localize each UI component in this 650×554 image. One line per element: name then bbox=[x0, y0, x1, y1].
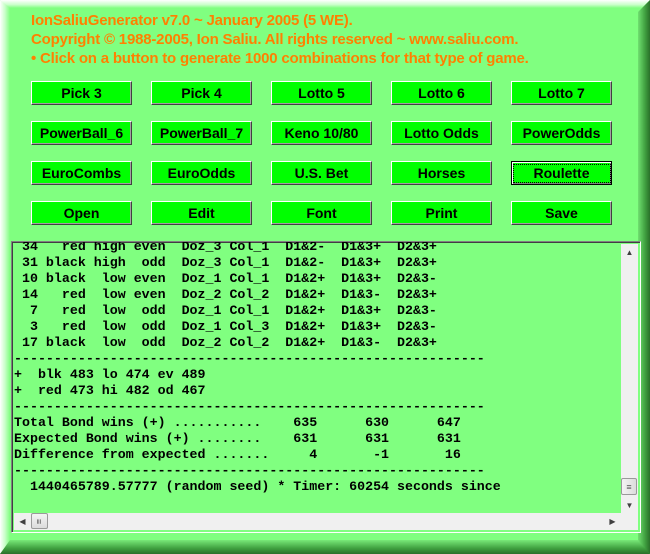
separator-line: ----------------------------------------… bbox=[14, 399, 485, 414]
roulette-button[interactable]: Roulette bbox=[511, 161, 612, 185]
spin-row: 14 red low even Doz_2 Col_2 D1&2+ D1&3- … bbox=[14, 287, 437, 302]
lotto-7-button[interactable]: Lotto 7 bbox=[511, 81, 612, 105]
lotto-odds-button[interactable]: Lotto Odds bbox=[391, 121, 492, 145]
scrollbar-corner bbox=[621, 513, 638, 530]
copyright-line: Copyright © 1988-2005, Ion Saliu. All ri… bbox=[31, 31, 519, 48]
lotto-6-button[interactable]: Lotto 6 bbox=[391, 81, 492, 105]
button-label: Lotto 5 bbox=[298, 85, 345, 101]
button-label: Keno 10/80 bbox=[284, 125, 359, 141]
button-label: Print bbox=[425, 205, 458, 221]
spin-row: 10 black low even Doz_1 Col_1 D1&2+ D1&3… bbox=[14, 271, 437, 286]
edit-button[interactable]: Edit bbox=[151, 201, 252, 225]
instruction-line: • Click on a button to generate 1000 com… bbox=[31, 50, 529, 67]
bond-summary-line: + red 473 hi 482 od 467 bbox=[14, 383, 206, 398]
grip-icon: ≡ bbox=[34, 518, 45, 524]
powerodds-button[interactable]: PowerOdds bbox=[511, 121, 612, 145]
frame-left-bevel bbox=[0, 0, 10, 554]
button-label: Save bbox=[545, 205, 578, 221]
button-label: U.S. Bet bbox=[294, 165, 349, 181]
button-label: Open bbox=[63, 205, 100, 221]
horses-button[interactable]: Horses bbox=[391, 161, 492, 185]
stats-row: Difference from expected ....... 4 -1 16 bbox=[14, 447, 461, 462]
app-title: IonSaliuGenerator v7.0 ~ January 2005 (5… bbox=[31, 12, 353, 29]
button-label: EuroCombs bbox=[41, 165, 122, 181]
button-label: Pick 4 bbox=[181, 85, 222, 101]
pick-3-button[interactable]: Pick 3 bbox=[31, 81, 132, 105]
bond-summary-line: + blk 483 lo 474 ev 489 bbox=[14, 367, 206, 382]
spin-row: 31 black high odd Doz_3 Col_1 D1&2- D1&3… bbox=[14, 255, 437, 270]
horizontal-scrollbar[interactable]: ◀ ≡ ▶ bbox=[14, 513, 621, 530]
button-label: Pick 3 bbox=[61, 85, 102, 101]
spin-row: 34 red high even Doz_3 Col_1 D1&2- D1&3+… bbox=[14, 241, 437, 254]
pick-4-button[interactable]: Pick 4 bbox=[151, 81, 252, 105]
horizontal-scroll-thumb[interactable]: ≡ bbox=[31, 513, 48, 529]
separator-line: ----------------------------------------… bbox=[14, 351, 485, 366]
scroll-up-arrow-icon[interactable]: ▲ bbox=[621, 244, 638, 261]
scroll-left-arrow-icon[interactable]: ◀ bbox=[14, 513, 31, 530]
spin-row: 17 black low odd Doz_2 Col_2 D1&2+ D1&3-… bbox=[14, 335, 437, 350]
euroodds-button[interactable]: EuroOdds bbox=[151, 161, 252, 185]
eurocombs-button[interactable]: EuroCombs bbox=[31, 161, 132, 185]
output-text[interactable]: 34 red high even Doz_3 Col_1 D1&2- D1&3+… bbox=[14, 241, 620, 512]
vertical-scrollbar[interactable]: ▲ ≡ ▼ bbox=[621, 244, 638, 514]
button-label: Font bbox=[306, 205, 337, 221]
open-button[interactable]: Open bbox=[31, 201, 132, 225]
button-label: Edit bbox=[188, 205, 215, 221]
button-label: Roulette bbox=[512, 164, 611, 183]
header: IonSaliuGenerator v7.0 ~ January 2005 (5… bbox=[31, 11, 529, 68]
keno-10-80-button[interactable]: Keno 10/80 bbox=[271, 121, 372, 145]
font-button[interactable]: Font bbox=[271, 201, 372, 225]
random-seed-line: 1440465789.57777 (random seed) * Timer: … bbox=[14, 479, 501, 494]
button-label: PowerBall_7 bbox=[159, 125, 244, 141]
button-label: Lotto Odds bbox=[404, 125, 479, 141]
lotto-5-button[interactable]: Lotto 5 bbox=[271, 81, 372, 105]
save-button[interactable]: Save bbox=[511, 201, 612, 225]
button-label: Lotto 7 bbox=[538, 85, 585, 101]
separator-line: ----------------------------------------… bbox=[14, 463, 485, 478]
button-label: Lotto 6 bbox=[418, 85, 465, 101]
scroll-right-arrow-icon[interactable]: ▶ bbox=[604, 513, 621, 530]
button-label: PowerBall_6 bbox=[39, 125, 124, 141]
spin-row: 7 red low odd Doz_1 Col_1 D1&2+ D1&3+ D2… bbox=[14, 303, 437, 318]
powerball-7-button[interactable]: PowerBall_7 bbox=[151, 121, 252, 145]
print-button[interactable]: Print bbox=[391, 201, 492, 225]
button-label: EuroOdds bbox=[167, 165, 236, 181]
scroll-down-arrow-icon[interactable]: ▼ bbox=[621, 497, 638, 514]
app-window: IonSaliuGenerator v7.0 ~ January 2005 (5… bbox=[0, 0, 650, 554]
stats-row: Total Bond wins (+) ........... 635 630 … bbox=[14, 415, 461, 430]
powerball-6-button[interactable]: PowerBall_6 bbox=[31, 121, 132, 145]
output-textarea[interactable]: 34 red high even Doz_3 Col_1 D1&2- D1&3+… bbox=[11, 241, 641, 533]
spin-row: 3 red low odd Doz_1 Col_3 D1&2+ D1&3+ D2… bbox=[14, 319, 437, 334]
u-s-bet-button[interactable]: U.S. Bet bbox=[271, 161, 372, 185]
button-label: PowerOdds bbox=[522, 125, 601, 141]
frame-bottom-bevel bbox=[0, 540, 650, 554]
button-label: Horses bbox=[417, 165, 466, 181]
stats-row: Expected Bond wins (+) ........ 631 631 … bbox=[14, 431, 461, 446]
frame-top-bevel bbox=[0, 0, 650, 8]
vertical-scroll-thumb[interactable]: ≡ bbox=[621, 478, 637, 495]
